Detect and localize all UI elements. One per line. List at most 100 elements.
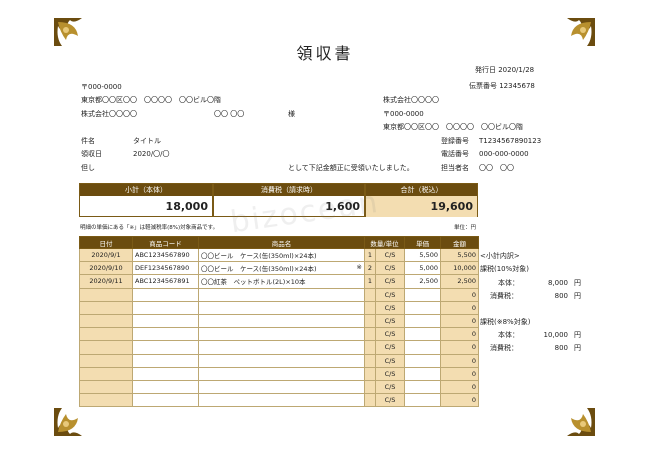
staff-value: 〇〇 〇〇 (479, 164, 514, 172)
standard-base-label: 本体： (498, 279, 519, 287)
proviso-label: 但し (81, 164, 95, 172)
total-box: 合計（税込） 19,600 (365, 183, 478, 217)
header-name: 商品名 (198, 236, 365, 249)
cell-quantity (364, 366, 376, 381)
cell-unit: C/S (374, 379, 406, 395)
cell-name (198, 353, 365, 368)
cell-unit: C/S (374, 274, 406, 289)
cell-quantity: 2 (364, 261, 376, 276)
cell-code (132, 313, 199, 329)
standard-tax-value: 800 (554, 292, 568, 300)
cell-quantity: 1 (364, 247, 376, 263)
cell-name: 〇〇ビール ケース(缶(350ml)×24本) ※ (198, 261, 365, 276)
cell-date: 2020/9/11 (79, 274, 133, 289)
table-row: C/S 0 (79, 287, 480, 302)
cell-amount: 0 (440, 366, 480, 381)
cell-name-text: 〇〇紅茶 ペットボトル(2L)×10本 (201, 278, 306, 287)
cell-quantity (364, 287, 376, 302)
cell-amount: 0 (440, 393, 480, 408)
cell-name (198, 393, 365, 408)
cell-name: 〇〇ビール ケース(缶(350ml)×24本) (198, 247, 365, 263)
subtotal-value: 18,000 (165, 200, 208, 213)
cell-amount: 2,500 (440, 274, 480, 289)
standard-base-yen: 円 (574, 279, 581, 287)
cell-date (79, 327, 133, 342)
table-row: 2020/9/11 ABC1234567891 〇〇紅茶 ペットボトル(2L)×10… (79, 274, 480, 289)
cell-name (198, 379, 365, 395)
cell-quantity (364, 393, 376, 408)
cell-code (132, 287, 199, 302)
table-row: C/S 0 (79, 327, 480, 342)
registration-label: 登録番号 (441, 137, 469, 145)
recipient-address: 東京都〇〇区〇〇 〇〇〇〇 〇〇ビル〇階 (81, 96, 221, 104)
slip-number: 伝票番号 12345678 (469, 82, 535, 90)
reduced-tax-label-2: 消費税： (490, 344, 518, 352)
reduced-base-label: 本体： (498, 331, 519, 339)
reduced-base-value: 10,000 (543, 331, 569, 339)
cell-date (79, 366, 133, 381)
cell-price (404, 287, 442, 302)
received-date-value: 2020/〇/〇 (133, 150, 170, 158)
cell-amount: 5,500 (440, 247, 480, 263)
table-row: C/S 0 (79, 366, 480, 381)
cell-unit: C/S (374, 353, 406, 368)
registration-value: T1234567890123 (479, 137, 542, 145)
cell-date (79, 300, 133, 315)
cell-unit: C/S (374, 340, 406, 355)
cell-code (132, 366, 199, 381)
cell-date (79, 393, 133, 408)
cell-date: 2020/9/10 (79, 261, 133, 276)
header-amount: 金額 (440, 236, 480, 249)
total-value: 19,600 (366, 196, 477, 217)
header-date: 日付 (79, 236, 133, 249)
document-title: 領収書 (296, 44, 354, 63)
cell-price (404, 366, 442, 381)
cell-name (198, 313, 365, 329)
issue-date: 発行日 2020/1/28 (475, 66, 535, 74)
table-row: C/S 0 (79, 353, 480, 368)
standard-base-value: 8,000 (547, 279, 568, 287)
cell-amount: 0 (440, 313, 480, 329)
subject-value: タイトル (133, 137, 161, 145)
cell-name (198, 287, 365, 302)
cell-quantity (364, 379, 376, 395)
cell-code (132, 340, 199, 355)
cell-code: DEF1234567890 (132, 261, 199, 276)
cell-date: 2020/9/1 (79, 247, 133, 263)
cell-code (132, 327, 199, 342)
subject-label: 件名 (81, 137, 95, 145)
cell-quantity (364, 313, 376, 329)
reduced-tax-value: 800 (554, 344, 568, 352)
cell-name (198, 366, 365, 381)
cell-price (404, 353, 442, 368)
cell-name (198, 327, 365, 342)
cell-unit: C/S (374, 313, 406, 329)
header-code: 商品コード (132, 236, 199, 249)
cell-unit: C/S (374, 247, 406, 263)
cell-quantity (364, 353, 376, 368)
cell-code (132, 300, 199, 315)
table-row: C/S 0 (79, 300, 480, 315)
cell-name (198, 340, 365, 355)
recipient-person: 〇〇 〇〇 (214, 110, 245, 118)
recipient-zip: 〒000-0000 (81, 83, 122, 91)
cell-date (79, 313, 133, 329)
cell-amount: 0 (440, 353, 480, 368)
cell-amount: 0 (440, 300, 480, 315)
cell-name: 〇〇紅茶 ペットボトル(2L)×10本 (198, 274, 365, 289)
reduced-tax-mark: ※ (356, 263, 362, 272)
recipient-company: 株式会社〇〇〇〇 (81, 110, 137, 118)
items-header-row: 日付 商品コード 商品名 数量/単位 単価 金額 (79, 236, 480, 249)
cell-quantity (364, 300, 376, 315)
cell-price: 5,000 (404, 261, 442, 276)
staff-label: 担当者名 (441, 164, 469, 172)
unit-note: 単位：円 (454, 225, 477, 231)
phone-value: 000-000-0000 (479, 150, 529, 158)
subtotal-label: 小計（本体） (80, 184, 212, 196)
issuer-address: 東京都〇〇区〇〇 〇〇〇〇 〇〇ビル〇階 (383, 123, 523, 131)
cell-name (198, 300, 365, 315)
header-quantity: 数量/単位 (363, 236, 406, 249)
standard-tax-label-2: 消費税： (490, 292, 518, 300)
cell-unit: C/S (374, 287, 406, 302)
cell-name-text: 〇〇ビール ケース(缶(350ml)×24本) (201, 265, 317, 274)
